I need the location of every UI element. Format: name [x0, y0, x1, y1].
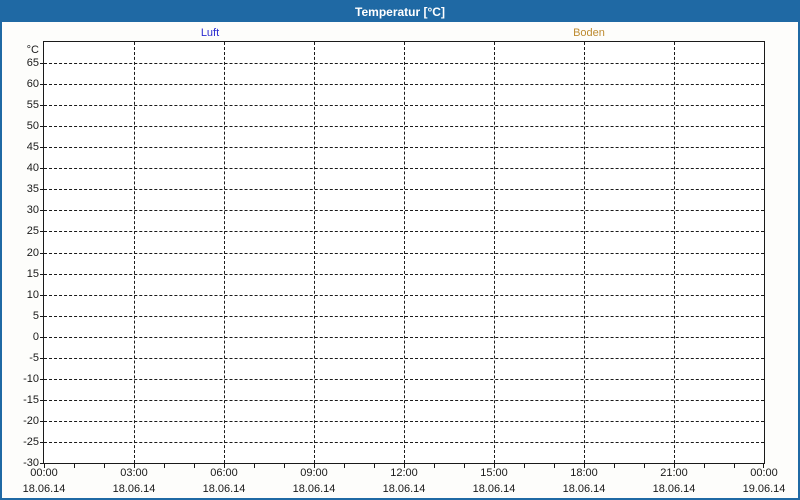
- x-tick-mark: [464, 464, 465, 468]
- x-tick-mark: [164, 464, 165, 468]
- x-tick-date-label: 19.06.14: [742, 483, 786, 495]
- x-tick-mark: [74, 464, 75, 468]
- y-tick-label: 10: [26, 289, 39, 301]
- grid-line-vertical: [134, 42, 135, 463]
- x-tick-date-label: 18.06.14: [382, 483, 426, 495]
- x-tick-date-label: 18.06.14: [652, 483, 696, 495]
- y-tick-mark: [40, 379, 44, 380]
- y-tick-mark: [40, 400, 44, 401]
- x-tick-date-label: 18.06.14: [112, 483, 156, 495]
- x-tick-time-label: 03:00: [120, 467, 148, 479]
- y-tick-label: -10: [23, 373, 39, 385]
- x-tick-mark: [763, 464, 764, 468]
- grid-line-vertical: [494, 42, 495, 463]
- y-tick-mark: [40, 84, 44, 85]
- y-tick-label: -5: [29, 352, 39, 364]
- temperature-chart-widget: Temperatur [°C] Luft Boden °C 65 60 55 50 45…: [0, 0, 800, 500]
- x-tick-mark: [584, 464, 585, 468]
- y-tick-label: 5: [32, 310, 39, 322]
- x-tick-mark: [674, 464, 675, 468]
- x-tick-mark: [314, 464, 315, 468]
- x-tick-time-label: 00:00: [30, 467, 58, 479]
- x-tick-mark: [134, 464, 135, 468]
- y-tick-mark: [40, 63, 44, 64]
- x-tick-mark: [494, 464, 495, 468]
- x-tick-mark: [554, 464, 555, 468]
- y-tick-mark: [40, 316, 44, 317]
- x-tick-mark: [374, 464, 375, 468]
- chart-title-bar: Temperatur [°C]: [2, 2, 798, 22]
- grid-line-vertical: [674, 42, 675, 463]
- y-tick-mark: [40, 126, 44, 127]
- x-tick-mark: [734, 464, 735, 468]
- y-tick-label: 50: [26, 120, 39, 132]
- y-tick-label: 0: [32, 331, 39, 343]
- y-tick-mark: [40, 421, 44, 422]
- x-tick-time-label: 12:00: [390, 467, 418, 479]
- y-tick-label: -15: [23, 394, 39, 406]
- chart-title: Temperatur [°C]: [355, 5, 445, 19]
- x-tick-mark: [344, 464, 345, 468]
- x-tick-time-label: 06:00: [210, 467, 238, 479]
- x-tick-mark: [284, 464, 285, 468]
- x-tick-mark: [614, 464, 615, 468]
- x-tick-mark: [404, 464, 405, 468]
- plot-area: [43, 41, 765, 464]
- x-tick-mark: [704, 464, 705, 468]
- x-tick-time-label: 18:00: [570, 467, 598, 479]
- y-tick-label: 40: [26, 162, 39, 174]
- x-tick-mark: [644, 464, 645, 468]
- y-tick-mark: [40, 189, 44, 190]
- y-tick-mark: [40, 210, 44, 211]
- y-tick-label: 65: [26, 57, 39, 69]
- y-tick-mark: [40, 295, 44, 296]
- x-tick-date-label: 18.06.14: [202, 483, 246, 495]
- y-tick-mark: [40, 442, 44, 443]
- y-tick-label: 30: [26, 204, 39, 216]
- y-tick-label: -20: [23, 415, 39, 427]
- y-tick-mark: [40, 337, 44, 338]
- x-tick-mark: [44, 464, 45, 468]
- x-tick-mark: [434, 464, 435, 468]
- y-tick-label: 55: [26, 99, 39, 111]
- grid-line-vertical: [314, 42, 315, 463]
- y-tick-mark: [40, 105, 44, 106]
- x-tick-date-label: 18.06.14: [472, 483, 516, 495]
- y-tick-mark: [40, 231, 44, 232]
- y-tick-mark: [40, 358, 44, 359]
- x-tick-mark: [194, 464, 195, 468]
- x-tick-mark: [224, 464, 225, 468]
- x-tick-time-label: 15:00: [480, 467, 508, 479]
- y-tick-mark: [40, 274, 44, 275]
- y-tick-label: -25: [23, 436, 39, 448]
- x-tick-date-label: 18.06.14: [22, 483, 66, 495]
- y-tick-label: 15: [26, 268, 39, 280]
- y-tick-label: 35: [26, 183, 39, 195]
- y-tick-label: 25: [26, 225, 39, 237]
- x-tick-time-label: 00:00: [750, 467, 778, 479]
- x-tick-mark: [104, 464, 105, 468]
- y-tick-label: 60: [26, 78, 39, 90]
- legend-item-luft: Luft: [200, 27, 220, 39]
- x-tick-time-label: 21:00: [660, 467, 688, 479]
- x-tick-mark: [524, 464, 525, 468]
- y-tick-mark: [40, 147, 44, 148]
- grid-line-vertical: [224, 42, 225, 463]
- x-tick-date-label: 18.06.14: [292, 483, 336, 495]
- x-tick-time-label: 09:00: [300, 467, 328, 479]
- x-tick-mark: [254, 464, 255, 468]
- y-tick-mark: [40, 253, 44, 254]
- y-tick-label: 45: [26, 141, 39, 153]
- grid-line-vertical: [404, 42, 405, 463]
- x-tick-date-label: 18.06.14: [562, 483, 606, 495]
- y-tick-label: 20: [26, 247, 39, 259]
- legend-item-boden: Boden: [573, 27, 605, 39]
- grid-line-vertical: [584, 42, 585, 463]
- y-tick-mark: [40, 168, 44, 169]
- y-axis-unit-label: °C: [26, 44, 39, 56]
